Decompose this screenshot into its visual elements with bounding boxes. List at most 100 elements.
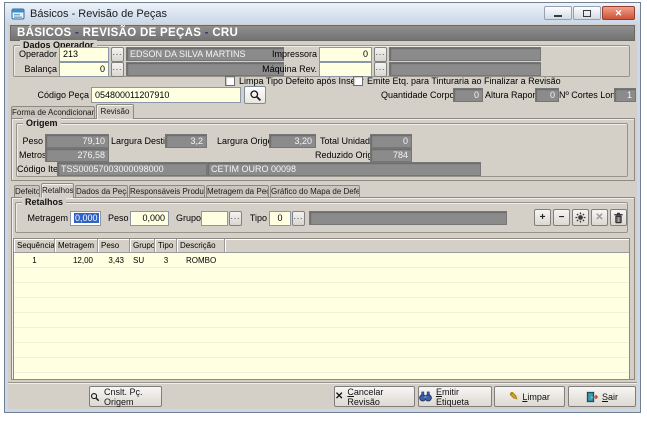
retalho-descricao-field — [309, 211, 507, 225]
total-unidades-label: Total Unidades — [320, 136, 367, 146]
minimize-icon — [554, 15, 562, 17]
retalho-grupo-label: Grupo — [176, 213, 199, 223]
maquina-rev-label: Máquina Rev. — [261, 64, 317, 74]
codigo-peca-search-button[interactable] — [244, 86, 266, 104]
groupbox-origem: Origem Peso 79,10 Largura Destino 3,2 La… — [16, 123, 628, 177]
total-unidades-field: 0 — [370, 134, 412, 148]
impressora-name-field — [389, 47, 541, 61]
grid-col-tipo: Tipo — [155, 239, 177, 253]
trash-icon — [613, 212, 624, 224]
impressora-input[interactable]: 0 — [319, 47, 372, 62]
quantidade-corpos-label: Quantidade Corpos — [381, 90, 451, 100]
consult-origem-button[interactable]: Cnslt. Pç. Origem — [89, 386, 162, 407]
grid-col-filler — [225, 239, 629, 253]
retalho-grupo-browse-button[interactable]: ... — [229, 211, 242, 226]
cell-sequencia: 1 — [14, 256, 55, 265]
post-retalho-button[interactable] — [572, 209, 589, 226]
codigo-item-field: TSS00057003000098000 — [57, 162, 207, 176]
metros-field: 276,58 — [45, 148, 109, 162]
maquina-rev-browse-button[interactable]: ... — [374, 62, 387, 77]
grid-body[interactable]: 1 12,00 3,43 SU 3 ROMBO — [14, 253, 629, 379]
emite-etq-checkbox-row: Emite Etq. para Tinturaria ao Finalizar … — [353, 76, 561, 86]
limpar-button[interactable]: ✎ Limpar — [494, 386, 565, 407]
maquina-rev-name-field — [389, 62, 541, 76]
groupbox-dados-operador: Dados Operador Operador 213 ... EDSON DA… — [13, 45, 630, 77]
limpar-label: Limpar — [522, 392, 550, 402]
tab-retalhos[interactable]: Retalhos — [41, 183, 74, 198]
sair-button[interactable]: Sair — [568, 386, 636, 407]
app-icon — [11, 7, 25, 21]
remove-retalho-button[interactable]: − — [553, 209, 570, 226]
maquina-rev-input[interactable] — [319, 62, 372, 77]
cell-grupo: SU — [130, 256, 155, 265]
largura-origem-field: 3,20 — [269, 134, 316, 148]
largura-destino-label: Largura Destino — [111, 136, 163, 146]
emite-etq-checkbox[interactable] — [353, 76, 363, 86]
add-retalho-button[interactable]: + — [534, 209, 551, 226]
minimize-button[interactable] — [544, 6, 572, 20]
peso-field: 79,10 — [45, 134, 109, 148]
maximize-button[interactable] — [573, 6, 601, 20]
retalho-tipo-input[interactable]: 0 — [269, 211, 291, 226]
grid-col-sequencia: Sequência — [14, 239, 55, 253]
reduzido-origem-field: 784 — [370, 148, 412, 162]
footer-bar: Cnslt. Pç. Origem ✕ Cancelar Revisão — [8, 382, 637, 409]
minus-icon: − — [559, 212, 565, 223]
operador-input[interactable]: 213 — [59, 47, 109, 62]
operador-browse-button[interactable]: ... — [111, 47, 124, 62]
close-button[interactable]: ✕ — [602, 6, 635, 20]
window-title: Básicos - Revisão de Peças — [30, 8, 167, 20]
balanca-label: Balança — [19, 64, 57, 74]
app-window: Básicos - Revisão de Peças ✕ BÁSICOS - R… — [4, 2, 641, 413]
metros-label: Metros — [19, 150, 43, 160]
gear-icon — [575, 212, 586, 223]
x-icon: ✕ — [335, 391, 343, 402]
grid-header: Sequência Metragem Peso Grupo Tipo Descr… — [14, 239, 629, 253]
cell-peso: 3,43 — [98, 256, 130, 265]
groupbox-title: Origem — [23, 118, 61, 128]
table-row[interactable]: 1 12,00 3,43 SU 3 ROMBO — [14, 253, 629, 268]
codigo-peca-input[interactable]: 054800011207910 — [91, 87, 241, 103]
tab-revisao[interactable]: Revisão — [96, 104, 134, 119]
cortes-long-label: Nº Cortes Long. — [559, 90, 611, 100]
limpa-tipo-defeito-checkbox[interactable] — [225, 76, 235, 86]
retalho-peso-input[interactable]: 0,000 — [130, 211, 169, 226]
search-icon — [249, 89, 262, 102]
retalho-metragem-input[interactable]: 0,000 — [70, 211, 101, 226]
altura-raport-field: 0 — [535, 88, 559, 102]
form-title-part: BÁSICOS — [17, 27, 72, 39]
emitir-etiqueta-label: Emitir Etiqueta — [436, 387, 491, 407]
peso-label: Peso — [19, 136, 43, 146]
form-title-part: CRU — [212, 27, 238, 39]
cortes-long-field: 1 — [614, 88, 636, 102]
emitir-etiqueta-button[interactable]: Emitir Etiqueta — [418, 386, 492, 407]
form-client-area: BÁSICOS - REVISÃO DE PEÇAS - CRU Dados O… — [8, 24, 637, 409]
grid-col-metragem: Metragem — [55, 239, 98, 253]
pencil-icon: ✎ — [509, 390, 518, 403]
search-icon — [90, 392, 100, 402]
impressora-browse-button[interactable]: ... — [374, 47, 387, 62]
form-title-separator: - — [201, 27, 212, 39]
retalho-tipo-browse-button[interactable]: ... — [292, 211, 305, 226]
grid-col-descricao: Descrição — [177, 239, 225, 253]
cancel-revisao-button[interactable]: ✕ Cancelar Revisão — [334, 386, 415, 407]
retalho-grupo-input[interactable] — [201, 211, 228, 226]
delete-retalho-button[interactable] — [610, 209, 627, 226]
form-header-bar: BÁSICOS - REVISÃO DE PEÇAS - CRU — [10, 25, 635, 41]
screen: Básicos - Revisão de Peças ✕ BÁSICOS - R… — [0, 0, 647, 422]
plus-icon: + — [540, 212, 546, 223]
cell-descricao: ROMBO — [177, 256, 225, 265]
operador-label: Operador — [19, 49, 57, 59]
maximize-icon — [583, 10, 591, 17]
selected-text: 0,000 — [74, 213, 99, 223]
close-icon: ✕ — [615, 8, 623, 19]
altura-raport-label: Altura Raport — [485, 90, 533, 100]
balanca-browse-button[interactable]: ... — [111, 62, 124, 77]
codigo-item-label: Código Item — [17, 164, 55, 174]
cancel-revisao-label: Cancelar Revisão — [347, 387, 414, 407]
balanca-input[interactable]: 0 — [59, 62, 109, 77]
cancel-retalho-button[interactable]: ✕ — [591, 209, 608, 226]
grid-col-grupo: Grupo — [130, 239, 155, 253]
retalhos-grid: Sequência Metragem Peso Grupo Tipo Descr… — [13, 238, 630, 380]
retalho-metragem-label: Metragem — [23, 213, 68, 223]
